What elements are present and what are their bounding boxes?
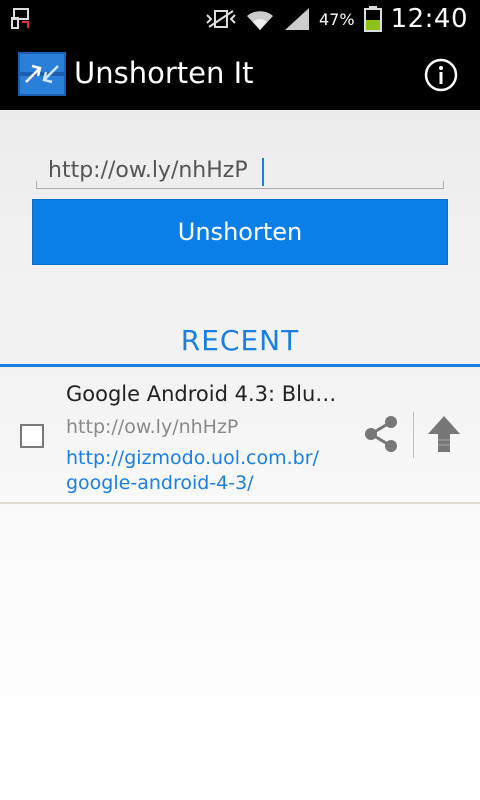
arrow-up-icon[interactable] [424,414,464,454]
item-short-url: http://ow.ly/nhHzP [66,416,239,438]
item-checkbox[interactable] [20,424,44,448]
unshorten-button-label: Unshorten [177,218,303,246]
input-underline [36,181,444,189]
url-input[interactable] [38,150,444,190]
wifi-icon [247,11,273,31]
unshorten-button[interactable]: Unshorten [32,199,448,265]
clock: 12:40 [390,4,468,34]
item-long-url-line2[interactable]: google-android-4-3/ [66,471,356,496]
action-bar: Unshorten It [0,38,480,110]
recent-list: Google Android 4.3: Blu… http://ow.ly/nh… [0,370,480,800]
status-bar: 47% 12:40 [0,0,480,38]
list-item[interactable]: Google Android 4.3: Blu… http://ow.ly/nh… [0,370,480,504]
vibrate-icon [206,10,236,28]
recent-underline [0,364,480,367]
info-icon[interactable] [424,58,458,92]
signal-icon [285,8,309,30]
unshorten-logo-icon [18,52,66,96]
item-long-url[interactable]: http://gizmodo.uol.com.br/ google-androi… [66,446,356,496]
battery-icon [363,6,382,32]
action-divider [413,412,414,458]
recent-header: RECENT [0,300,480,370]
recent-title: RECENT [180,324,300,357]
text-caret [262,158,264,186]
usb-debug-icon [11,8,29,29]
battery-percent: 47% [319,9,355,29]
input-section: Unshorten [0,110,480,300]
share-icon[interactable] [362,414,400,454]
item-long-url-line1[interactable]: http://gizmodo.uol.com.br/ [66,446,356,471]
app-title: Unshorten It [74,56,254,90]
item-title: Google Android 4.3: Blu… [66,382,337,406]
